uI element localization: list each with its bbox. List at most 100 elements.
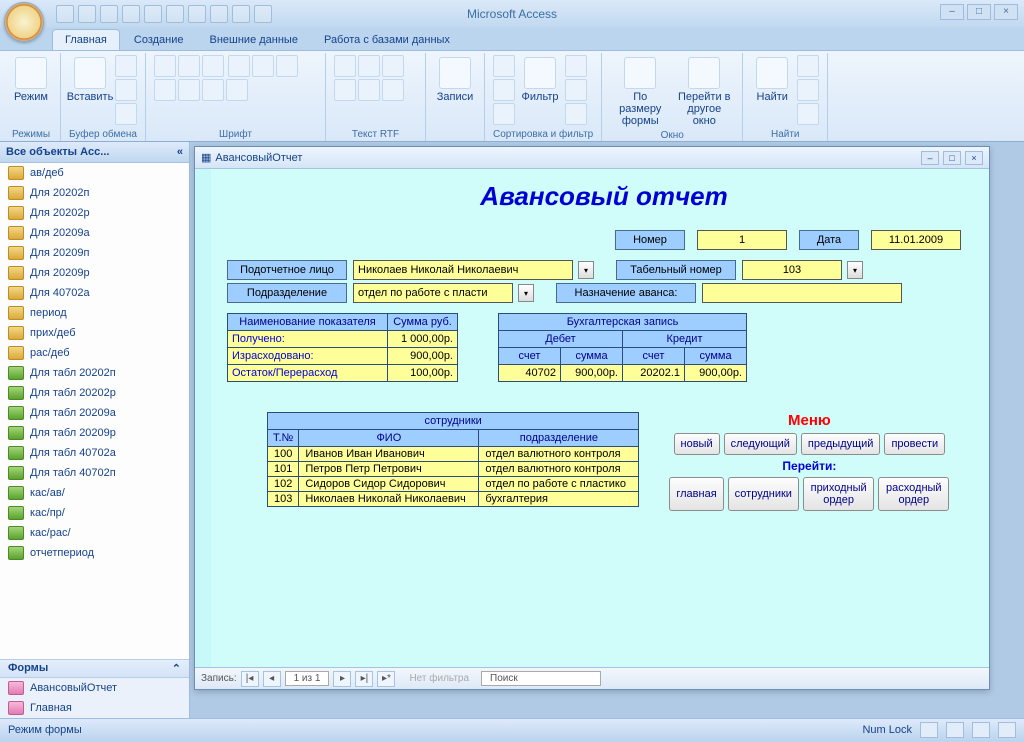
qat-save-icon[interactable]: [56, 5, 74, 23]
menu-button-приходный-ордер[interactable]: приходный ордер: [803, 477, 874, 511]
copy-icon[interactable]: [115, 79, 137, 101]
nav-list[interactable]: ав/дебДля 20202пДля 20202рДля 20209аДля …: [0, 163, 189, 659]
tab-home[interactable]: Главная: [52, 29, 120, 50]
fill-color-icon[interactable]: [178, 79, 200, 101]
menu-button-предыдущий[interactable]: предыдущий: [801, 433, 881, 455]
qat-refresh-icon[interactable]: [232, 5, 250, 23]
nav-form-item[interactable]: Главная: [0, 698, 189, 718]
nav-item[interactable]: кас/ав/: [0, 483, 189, 503]
cut-icon[interactable]: [115, 55, 137, 77]
align-center-icon[interactable]: [252, 55, 274, 77]
format-painter-icon[interactable]: [115, 103, 137, 125]
nav-item[interactable]: кас/пр/: [0, 503, 189, 523]
nav-item[interactable]: Для 20209а: [0, 223, 189, 243]
recnav-new-button[interactable]: ▸*: [377, 671, 395, 687]
selection-filter-icon[interactable]: [565, 55, 587, 77]
nav-item[interactable]: Для 40702а: [0, 283, 189, 303]
qat-redo-icon[interactable]: [100, 5, 118, 23]
filter-button[interactable]: Фильтр: [519, 55, 561, 105]
form-window-titlebar[interactable]: ▦ АвансовыйОтчет –□×: [195, 147, 989, 169]
field-person[interactable]: Николаев Николай Николаевич: [353, 260, 573, 280]
records-button[interactable]: Записи: [434, 55, 476, 105]
nav-item[interactable]: рас/деб: [0, 343, 189, 363]
nav-item[interactable]: отчетпериод: [0, 543, 189, 563]
bold-icon[interactable]: [154, 55, 176, 77]
tab-create[interactable]: Создание: [122, 30, 196, 50]
view-datasheet-icon[interactable]: [946, 722, 964, 738]
qat-more-icon[interactable]: [210, 5, 228, 23]
nav-item[interactable]: Для табл 20202п: [0, 363, 189, 383]
nav-item[interactable]: Для 20202п: [0, 183, 189, 203]
person-dropdown-icon[interactable]: ▾: [578, 261, 594, 279]
nav-item[interactable]: Для 20209п: [0, 243, 189, 263]
table-row[interactable]: 102Сидоров Сидор Сидоровичотдел по работ…: [268, 477, 639, 492]
gridlines-icon[interactable]: [202, 79, 224, 101]
underline-icon[interactable]: [202, 55, 224, 77]
clear-sort-icon[interactable]: [493, 103, 515, 125]
field-tabnum[interactable]: 103: [742, 260, 842, 280]
form-minimize-button[interactable]: –: [921, 151, 939, 165]
menu-button-провести[interactable]: провести: [884, 433, 945, 455]
tabnum-dropdown-icon[interactable]: ▾: [847, 261, 863, 279]
nav-item[interactable]: Для табл 20209а: [0, 403, 189, 423]
qat-new-icon[interactable]: [122, 5, 140, 23]
nav-item[interactable]: период: [0, 303, 189, 323]
office-button[interactable]: [4, 2, 44, 42]
advanced-filter-icon[interactable]: [565, 79, 587, 101]
paste-button[interactable]: Вставить: [69, 55, 111, 105]
indent-dec-icon[interactable]: [382, 55, 404, 77]
qat-undo-icon[interactable]: [78, 5, 96, 23]
nav-item[interactable]: Для 20202р: [0, 203, 189, 223]
recnav-first-button[interactable]: |◂: [241, 671, 259, 687]
nav-item[interactable]: кас/рас/: [0, 523, 189, 543]
altrow-icon[interactable]: [226, 79, 248, 101]
goto-icon[interactable]: [797, 79, 819, 101]
field-purpose[interactable]: [702, 283, 902, 303]
font-color-icon[interactable]: [154, 79, 176, 101]
chevron-left-icon[interactable]: «: [177, 146, 183, 158]
menu-button-сотрудники[interactable]: сотрудники: [728, 477, 799, 511]
qat-open-icon[interactable]: [144, 5, 162, 23]
menu-button-новый[interactable]: новый: [674, 433, 720, 455]
nav-item[interactable]: Для табл 40702п: [0, 463, 189, 483]
ltr-icon[interactable]: [382, 79, 404, 101]
sort-desc-icon[interactable]: [493, 79, 515, 101]
view-form-icon[interactable]: [920, 722, 938, 738]
menu-button-расходный-ордер[interactable]: расходный ордер: [878, 477, 949, 511]
table-row[interactable]: 100Иванов Иван Ивановичотдел валютного к…: [268, 447, 639, 462]
toggle-filter-icon[interactable]: [565, 103, 587, 125]
sort-asc-icon[interactable]: [493, 55, 515, 77]
recnav-prev-button[interactable]: ◂: [263, 671, 281, 687]
replace-icon[interactable]: [797, 55, 819, 77]
qat-dropdown-icon[interactable]: [254, 5, 272, 23]
select-icon[interactable]: [797, 103, 819, 125]
form-maximize-button[interactable]: □: [943, 151, 961, 165]
qat-preview-icon[interactable]: [188, 5, 206, 23]
view-layout-icon[interactable]: [972, 722, 990, 738]
table-row[interactable]: 103Николаев Николай Николаевичбухгалтери…: [268, 492, 639, 507]
tab-dbtools[interactable]: Работа с базами данных: [312, 30, 462, 50]
bullets-icon[interactable]: [334, 55, 356, 77]
nav-item[interactable]: ав/деб: [0, 163, 189, 183]
indent-inc-icon[interactable]: [334, 79, 356, 101]
find-button[interactable]: Найти: [751, 55, 793, 105]
table-row[interactable]: 101Петров Петр Петровичотдел валютного к…: [268, 462, 639, 477]
recnav-search[interactable]: Поиск: [481, 671, 601, 686]
recnav-position[interactable]: 1 из 1: [285, 671, 330, 686]
maximize-button[interactable]: □: [967, 4, 991, 20]
nav-group-forms[interactable]: Формы⌃: [0, 659, 189, 678]
menu-button-следующий[interactable]: следующий: [724, 433, 797, 455]
numbering-icon[interactable]: [358, 55, 380, 77]
highlight-icon[interactable]: [358, 79, 380, 101]
nav-item[interactable]: Для табл 20202р: [0, 383, 189, 403]
view-design-icon[interactable]: [998, 722, 1016, 738]
nav-item[interactable]: Для табл 40702а: [0, 443, 189, 463]
field-dept[interactable]: отдел по работе с пласти: [353, 283, 513, 303]
switch-window-button[interactable]: Перейти в другое окно: [674, 55, 734, 129]
tab-external[interactable]: Внешние данные: [198, 30, 310, 50]
close-button[interactable]: ×: [994, 4, 1018, 20]
nav-form-item[interactable]: АвансовыйОтчет: [0, 678, 189, 698]
qat-print-icon[interactable]: [166, 5, 184, 23]
form-close-button[interactable]: ×: [965, 151, 983, 165]
dept-dropdown-icon[interactable]: ▾: [518, 284, 534, 302]
